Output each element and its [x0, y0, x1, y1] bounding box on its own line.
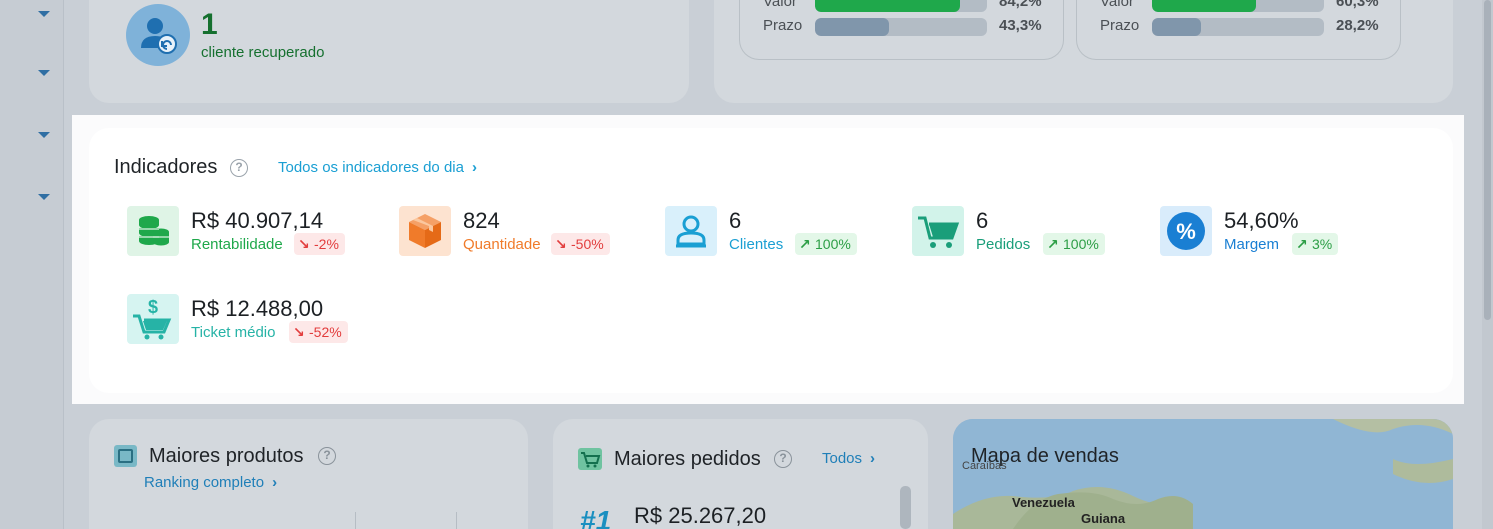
trend-badge: ↗ 100% [795, 233, 857, 255]
map-label: Caraíbas [962, 460, 1007, 472]
ticket-cart-icon: $ [127, 294, 179, 344]
trend-badge: ↘ -2% [294, 233, 345, 255]
progress-value: 84,2% [999, 0, 1042, 10]
metric-value: 54,60% [1224, 208, 1299, 233]
help-icon[interactable]: ? [230, 159, 248, 177]
arrow-down-right-icon: ↘ [293, 324, 305, 340]
divider [355, 512, 356, 529]
progress-label: Valor [1100, 0, 1134, 10]
percent-icon: % [1160, 206, 1212, 256]
order-value: R$ 25.267,20 [634, 503, 767, 528]
chevron-right-icon: › [471, 159, 477, 176]
arrow-down-right-icon: ↘ [555, 236, 567, 252]
rank-number: #1 [580, 505, 612, 529]
chevron-right-icon: › [272, 474, 278, 491]
metric-name: Ticket médio [191, 324, 276, 341]
arrow-up-right-icon: ↗ [1296, 236, 1308, 252]
indicators-title: Indicadores [114, 156, 218, 178]
divider [456, 512, 457, 529]
cart-icon [912, 206, 964, 256]
all-orders-link[interactable]: Todos › [822, 450, 875, 467]
progress-fill [815, 0, 960, 12]
progress-value: 60,3% [1336, 0, 1379, 10]
help-icon[interactable]: ? [774, 450, 792, 468]
chevron-down-icon[interactable] [38, 11, 50, 17]
metric-name: Clientes [729, 236, 784, 253]
svg-text:$: $ [148, 297, 158, 317]
page-scrollbar[interactable] [1482, 0, 1493, 529]
map-label: Venezuela [1012, 495, 1075, 510]
metric-value: 6 [729, 208, 742, 233]
progress-label: Valor [763, 0, 797, 10]
chevron-right-icon: › [870, 450, 876, 467]
metric-value: R$ 40.907,14 [191, 208, 324, 233]
metric-value: 6 [976, 208, 989, 233]
all-indicators-link[interactable]: Todos os indicadores do dia › [278, 159, 477, 176]
recovered-label: cliente recuperado [201, 44, 325, 61]
progress-label: Prazo [763, 17, 803, 34]
user-icon [665, 206, 717, 256]
trend-badge: ↗ 3% [1292, 233, 1339, 255]
metric-name: Pedidos [976, 236, 1031, 253]
progress-fill [815, 18, 890, 36]
help-icon[interactable]: ? [318, 447, 336, 465]
arrow-up-right-icon: ↗ [1047, 236, 1059, 252]
arrow-up-right-icon: ↗ [799, 236, 811, 252]
chevron-down-icon[interactable] [38, 70, 50, 76]
top-products-title: Maiores produtos [149, 445, 304, 467]
metric-value: R$ 12.488,00 [191, 296, 324, 321]
arrow-down-right-icon: ↘ [298, 236, 310, 252]
ranking-link[interactable]: Ranking completo › [144, 474, 277, 491]
progress-value: 43,3% [999, 17, 1042, 34]
sales-map[interactable] [953, 419, 1453, 529]
chevron-down-icon[interactable] [38, 132, 50, 138]
orders-scrollbar[interactable] [900, 486, 911, 529]
coins-icon [127, 206, 179, 256]
chevron-down-icon[interactable] [38, 194, 50, 200]
box-icon [399, 206, 451, 256]
progress-fill [1152, 18, 1201, 36]
svg-text:%: % [1176, 219, 1196, 244]
products-icon [114, 445, 137, 467]
metric-value: 824 [463, 208, 500, 233]
sidebar-rail [0, 0, 64, 529]
recovered-client-icon [126, 4, 190, 66]
recovered-count: 1 [201, 8, 218, 41]
metric-name: Margem [1224, 236, 1280, 253]
progress-value: 28,2% [1336, 17, 1379, 34]
orders-cart-icon [578, 448, 602, 470]
top-orders-title: Maiores pedidos [614, 448, 761, 470]
progress-fill [1152, 0, 1256, 12]
trend-badge: ↗ 100% [1043, 233, 1105, 255]
progress-label: Prazo [1100, 17, 1140, 34]
map-label: Guiana [1081, 511, 1126, 526]
metric-name: Rentabilidade [191, 236, 283, 253]
trend-badge: ↘ -50% [551, 233, 610, 255]
trend-badge: ↘ -52% [289, 321, 348, 343]
metric-name: Quantidade [463, 236, 541, 253]
